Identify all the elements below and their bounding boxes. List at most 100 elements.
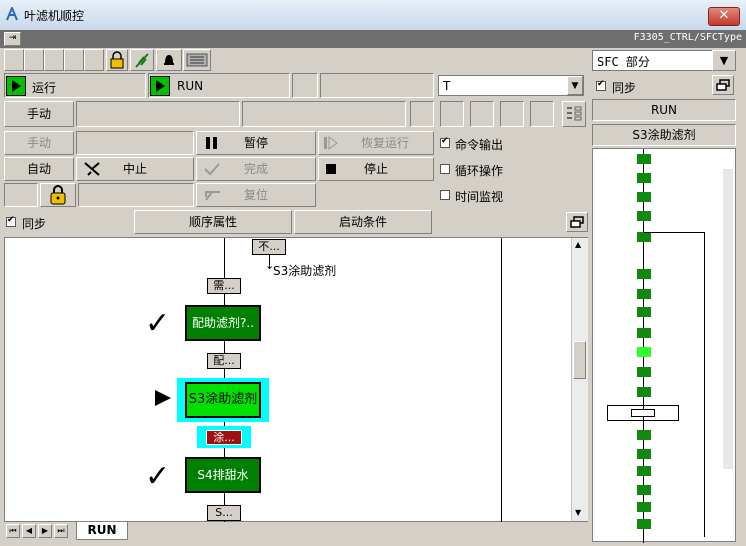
manual-toggle-button[interactable]: 手动	[4, 101, 74, 127]
overview-step[interactable]	[637, 502, 651, 512]
control-blank-2	[4, 183, 38, 207]
overview-scrollbar[interactable]	[723, 169, 733, 469]
mode-text: 运行	[32, 81, 57, 95]
reset-button[interactable]: 复位	[196, 183, 316, 207]
overview-step[interactable]	[637, 387, 651, 397]
tab-last-icon[interactable]: ⏭	[54, 524, 68, 538]
auto-button[interactable]: 自动	[4, 157, 74, 181]
step-3[interactable]: S4排甜水	[185, 457, 261, 493]
list-view-button[interactable]	[562, 101, 586, 127]
abort-button[interactable]: 中止	[76, 157, 194, 181]
toolbar-slot-1[interactable]	[4, 49, 24, 71]
scroll-up-icon[interactable]: ▲	[575, 240, 581, 249]
overview-step[interactable]	[637, 449, 651, 459]
time-monitor-label: 时间监视	[455, 190, 504, 204]
sequence-properties-button[interactable]: 顺序属性	[134, 210, 292, 234]
right-sync-label: 同步	[612, 81, 637, 95]
grid-settings-icon	[186, 53, 208, 67]
manual-field-3	[410, 101, 434, 127]
manual-field-1	[76, 101, 240, 127]
transition-top[interactable]: 不...	[252, 239, 286, 255]
sync-checkbox[interactable]	[6, 215, 16, 227]
close-button[interactable]: ✕	[708, 7, 740, 26]
complete-button[interactable]: 完成	[196, 157, 316, 181]
overview-parallel-step[interactable]	[631, 409, 655, 417]
overview-step[interactable]	[637, 173, 651, 183]
lock-icon	[110, 51, 124, 69]
overview-step[interactable]	[637, 307, 651, 317]
command-output-checkbox[interactable]	[440, 136, 450, 148]
control-blank-1	[76, 131, 194, 155]
control-blank-3	[78, 183, 194, 207]
transition-3-active[interactable]: 涂...	[206, 430, 242, 445]
manual-field-5	[470, 101, 494, 127]
transition-1[interactable]: 需...	[207, 278, 241, 294]
step-2-active[interactable]: S3涂助滤剂	[185, 382, 261, 418]
sfc-section-chevron-icon[interactable]: ▼	[712, 50, 736, 71]
chevron-down-icon[interactable]: ▼	[567, 76, 583, 95]
run-play-icon	[150, 76, 170, 96]
resume-icon	[324, 136, 338, 150]
chart-scrollbar[interactable]: ▲ ▼	[571, 238, 588, 521]
reset-icon	[205, 191, 220, 201]
step-select[interactable]: T ▼	[438, 75, 584, 96]
step-select-value: T	[443, 79, 451, 93]
transition-4[interactable]: S...	[207, 505, 241, 521]
resume-button[interactable]: 恢复运行	[318, 131, 434, 155]
scroll-down-icon[interactable]: ▼	[575, 508, 581, 517]
overview-active-step[interactable]	[637, 347, 651, 357]
overview-step[interactable]	[637, 289, 651, 299]
pause-button[interactable]: 暂停	[196, 131, 316, 155]
manual-field-6	[500, 101, 524, 127]
reset-label: 复位	[243, 188, 268, 202]
title-bar: 叶滤机顺控 ✕	[0, 0, 746, 31]
manual-field-7	[530, 101, 554, 127]
right-run-field: RUN	[592, 99, 736, 121]
overview-step[interactable]	[637, 466, 651, 476]
feather-button[interactable]	[130, 49, 154, 71]
exit-button[interactable]: ⇥	[4, 32, 21, 46]
transition-2[interactable]: 配...	[207, 353, 241, 369]
right-restore-button[interactable]	[712, 75, 734, 95]
overview-step[interactable]	[637, 232, 651, 242]
cyclic-checkbox[interactable]	[440, 164, 450, 174]
toolbar-slot-4[interactable]	[64, 49, 84, 71]
overview-step[interactable]	[637, 485, 651, 495]
step-3-done-icon: ✓	[145, 459, 171, 494]
stop-button[interactable]: 停止	[318, 157, 434, 181]
time-monitor-checkbox[interactable]	[440, 190, 450, 200]
sfc-section-select[interactable]: SFC 部分	[592, 50, 714, 71]
overview-step[interactable]	[637, 519, 651, 529]
pause-icon	[206, 137, 217, 149]
tab-run[interactable]: RUN	[76, 522, 128, 540]
tab-prev-icon[interactable]: ◀	[22, 524, 36, 538]
status-field-empty-1	[292, 73, 318, 98]
overview-step[interactable]	[637, 430, 651, 440]
lock-button[interactable]	[106, 49, 128, 71]
step-1-done-icon: ✓	[145, 306, 171, 341]
overview-step[interactable]	[637, 367, 651, 377]
overview-step[interactable]	[637, 269, 651, 279]
overview-branch	[644, 232, 704, 233]
bell-button[interactable]	[156, 49, 182, 71]
overview-step[interactable]	[637, 154, 651, 164]
tab-first-icon[interactable]: ⏮	[6, 524, 20, 538]
overview-step[interactable]	[637, 192, 651, 202]
toolbar-slot-5[interactable]	[84, 49, 104, 71]
toolbar-slot-2[interactable]	[24, 49, 44, 71]
lock-control-button[interactable]	[40, 183, 76, 207]
pause-label: 暂停	[243, 136, 268, 150]
tab-next-icon[interactable]: ▶	[38, 524, 52, 538]
toolbar-slot-3[interactable]	[44, 49, 64, 71]
scroll-thumb[interactable]	[573, 341, 586, 379]
manual-button[interactable]: 手动	[4, 131, 74, 155]
step-1[interactable]: 配助滤剂?..	[185, 305, 261, 341]
overview-step[interactable]	[637, 328, 651, 338]
sfc-section-label: SFC 部分	[597, 55, 650, 69]
restore-window-button[interactable]	[566, 212, 588, 232]
right-sync-checkbox[interactable]	[596, 79, 606, 91]
settings-button[interactable]	[183, 49, 211, 71]
feather-icon	[135, 53, 149, 68]
start-condition-button[interactable]: 启动条件	[294, 210, 432, 234]
overview-step[interactable]	[637, 211, 651, 221]
